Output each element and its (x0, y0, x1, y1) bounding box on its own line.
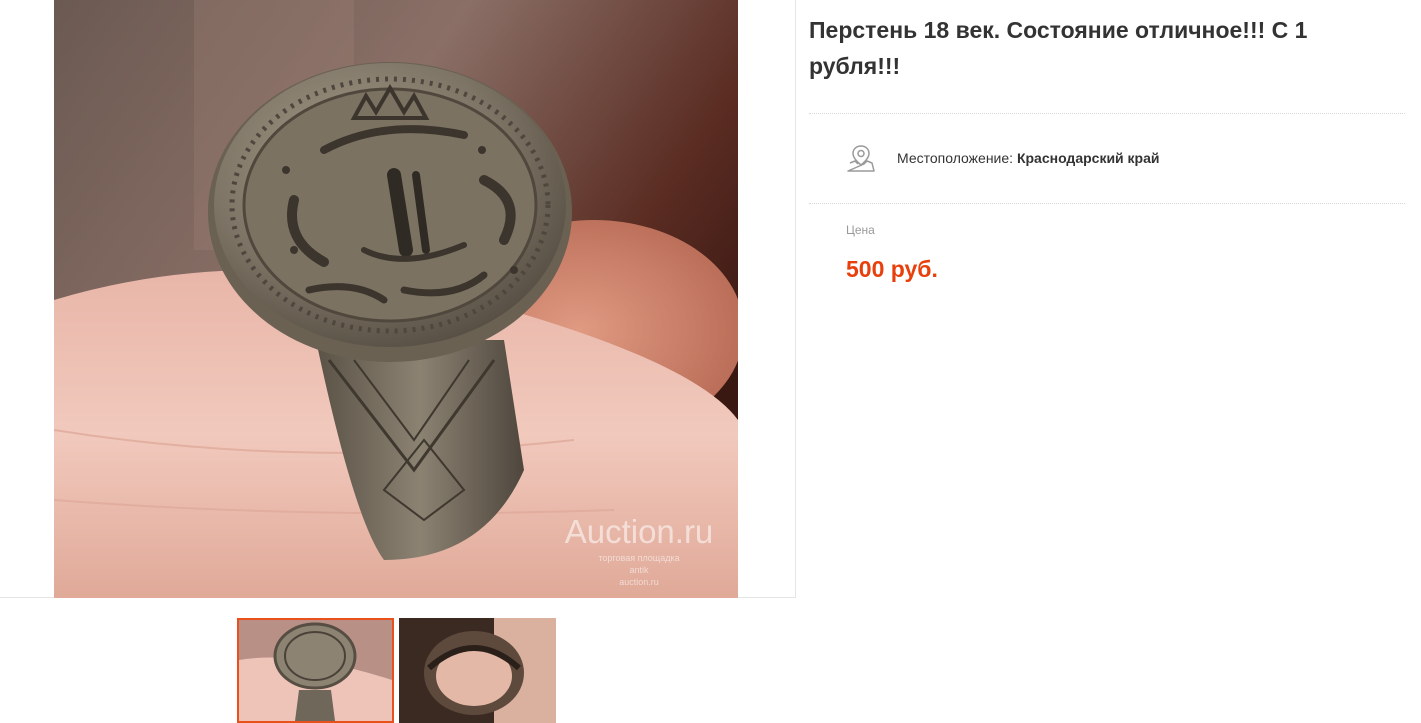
ring-photo-image (54, 0, 738, 598)
thumbnail-2[interactable] (399, 618, 556, 723)
price-label: Цена (846, 223, 875, 237)
divider (809, 203, 1405, 204)
location-row: Местоположение: Краснодарский край (846, 142, 1160, 174)
thumbnail-2-image (399, 618, 556, 723)
photo-gallery: Auction.ru торговая площадка antik aucti… (0, 0, 796, 598)
thumbnail-1[interactable] (237, 618, 394, 723)
lot-title: Перстень 18 век. Состояние отличное!!! С… (809, 17, 1308, 79)
location-text: Местоположение: Краснодарский край (897, 150, 1160, 166)
main-photo[interactable]: Auction.ru торговая площадка antik aucti… (54, 0, 738, 598)
price-value: 500 руб. (846, 256, 938, 282)
location-label: Местоположение: (897, 150, 1014, 166)
map-pin-icon (846, 143, 876, 173)
thumbnail-1-image (239, 620, 392, 721)
divider (809, 113, 1405, 114)
location-value: Краснодарский край (1016, 150, 1160, 166)
lot-page: Auction.ru торговая площадка antik aucti… (0, 0, 1421, 723)
